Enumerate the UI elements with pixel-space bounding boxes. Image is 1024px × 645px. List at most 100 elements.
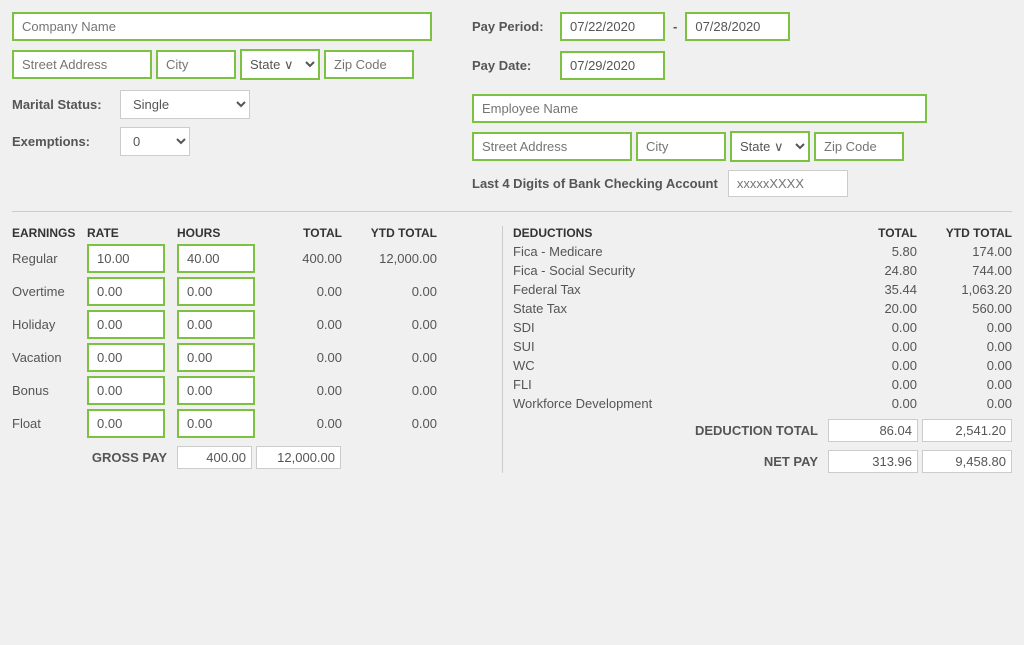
earnings-section: EARNINGS RATE HOURS TOTAL YTD TOTAL Regu…: [12, 226, 502, 473]
pay-date-label: Pay Date:: [472, 58, 552, 73]
earnings-total-header: TOTAL: [267, 226, 347, 240]
net-pay-label: NET PAY: [513, 454, 828, 469]
exemptions-select[interactable]: 0 1 2 3: [120, 127, 190, 156]
deduction-row-name: Workforce Development: [513, 396, 832, 411]
employee-address-row: State ∨: [472, 131, 1012, 162]
deduction-row-ytd: 0.00: [922, 339, 1012, 354]
earnings-hours-input[interactable]: [177, 277, 255, 306]
earnings-rate-input[interactable]: [87, 244, 165, 273]
deduction-row: State Tax 20.00 560.00: [513, 301, 1012, 316]
earnings-hours-input[interactable]: [177, 244, 255, 273]
pay-period-label: Pay Period:: [472, 19, 552, 34]
earnings-row-name: Regular: [12, 251, 87, 266]
gross-pay-label: GROSS PAY: [12, 450, 177, 465]
deductions-section: DEDUCTIONS TOTAL YTD TOTAL Fica - Medica…: [502, 226, 1012, 473]
bank-label: Last 4 Digits of Bank Checking Account: [472, 176, 718, 191]
deduction-row: Federal Tax 35.44 1,063.20: [513, 282, 1012, 297]
earnings-row-name: Overtime: [12, 284, 87, 299]
net-pay-total: 313.96: [828, 450, 918, 473]
bank-row: Last 4 Digits of Bank Checking Account: [472, 170, 1012, 197]
deduction-row-name: SUI: [513, 339, 832, 354]
earnings-row-name: Vacation: [12, 350, 87, 365]
deduction-row-total: 5.80: [832, 244, 922, 259]
earnings-ytd-header: YTD TOTAL: [347, 226, 437, 240]
bank-input[interactable]: [728, 170, 848, 197]
deduction-total-label: DEDUCTION TOTAL: [513, 423, 828, 438]
pay-period-dash: -: [673, 19, 677, 34]
earnings-row: Overtime 0.00 0.00: [12, 277, 482, 306]
employee-street-input[interactable]: [472, 132, 632, 161]
company-city-input[interactable]: [156, 50, 236, 79]
company-state-select[interactable]: State ∨: [240, 49, 320, 80]
gross-ytd: 12,000.00: [256, 446, 341, 469]
earnings-row: Float 0.00 0.00: [12, 409, 482, 438]
deduction-row-total: 0.00: [832, 339, 922, 354]
pay-period-to[interactable]: [685, 12, 790, 41]
earnings-rate-input[interactable]: [87, 376, 165, 405]
earnings-rate-input[interactable]: [87, 409, 165, 438]
deduction-row-total: 0.00: [832, 320, 922, 335]
earnings-hours-input[interactable]: [177, 376, 255, 405]
deductions-category-header: DEDUCTIONS: [513, 226, 832, 240]
deduction-row-ytd: 0.00: [922, 358, 1012, 373]
deduction-row-name: Fica - Medicare: [513, 244, 832, 259]
employee-zip-input[interactable]: [814, 132, 904, 161]
exemptions-row: Exemptions: 0 1 2 3: [12, 127, 452, 156]
marital-status-row: Marital Status: Single Married Head of H…: [12, 90, 452, 119]
deductions-ytd-header: YTD TOTAL: [922, 226, 1012, 240]
deduction-row-ytd: 0.00: [922, 320, 1012, 335]
earnings-hours-input[interactable]: [177, 409, 255, 438]
deduction-row: SDI 0.00 0.00: [513, 320, 1012, 335]
deduction-row: Fica - Medicare 5.80 174.00: [513, 244, 1012, 259]
deduction-row: SUI 0.00 0.00: [513, 339, 1012, 354]
deduction-row-total: 24.80: [832, 263, 922, 278]
deduction-row: WC 0.00 0.00: [513, 358, 1012, 373]
deduction-row-total: 0.00: [832, 377, 922, 392]
earnings-row: Holiday 0.00 0.00: [12, 310, 482, 339]
net-pay-row: NET PAY 313.96 9,458.80: [513, 450, 1012, 473]
deduction-row: Fica - Social Security 24.80 744.00: [513, 263, 1012, 278]
earnings-hours-input[interactable]: [177, 310, 255, 339]
pay-date-input[interactable]: [560, 51, 665, 80]
marital-status-select[interactable]: Single Married Head of Household: [120, 90, 250, 119]
employee-city-input[interactable]: [636, 132, 726, 161]
deduction-row-ytd: 174.00: [922, 244, 1012, 259]
deduction-row-name: State Tax: [513, 301, 832, 316]
exemptions-label: Exemptions:: [12, 134, 112, 149]
deduction-total-value: 86.04: [828, 419, 918, 442]
earnings-row: Vacation 0.00 0.00: [12, 343, 482, 372]
earnings-row: Bonus 0.00 0.00: [12, 376, 482, 405]
gross-pay-row: GROSS PAY 400.00 12,000.00: [12, 446, 482, 469]
deduction-row-total: 0.00: [832, 396, 922, 411]
company-zip-input[interactable]: [324, 50, 414, 79]
pay-period-from[interactable]: [560, 12, 665, 41]
earnings-row: Regular 400.00 12,000.00: [12, 244, 482, 273]
deduction-row-ytd: 560.00: [922, 301, 1012, 316]
deduction-row-ytd: 0.00: [922, 377, 1012, 392]
earnings-rate-input[interactable]: [87, 343, 165, 372]
deduction-ytd-value: 2,541.20: [922, 419, 1012, 442]
earnings-row-name: Holiday: [12, 317, 87, 332]
company-name-input[interactable]: [12, 12, 432, 41]
earnings-rate-header: RATE: [87, 226, 177, 240]
earnings-hours-input[interactable]: [177, 343, 255, 372]
pay-date-row: Pay Date:: [472, 51, 1012, 80]
deduction-row-ytd: 0.00: [922, 396, 1012, 411]
earnings-rate-input[interactable]: [87, 310, 165, 339]
earnings-row-name: Bonus: [12, 383, 87, 398]
marital-status-label: Marital Status:: [12, 97, 112, 112]
deduction-row: FLI 0.00 0.00: [513, 377, 1012, 392]
deduction-total-row: DEDUCTION TOTAL 86.04 2,541.20: [513, 419, 1012, 442]
earnings-row-name: Float: [12, 416, 87, 431]
company-address-row: State ∨: [12, 49, 452, 80]
deduction-row-name: Fica - Social Security: [513, 263, 832, 278]
employee-state-select[interactable]: State ∨: [730, 131, 810, 162]
earnings-rate-input[interactable]: [87, 277, 165, 306]
deduction-row-name: WC: [513, 358, 832, 373]
deduction-row-name: FLI: [513, 377, 832, 392]
earnings-hours-header: HOURS: [177, 226, 267, 240]
gross-total: 400.00: [177, 446, 252, 469]
deduction-row-total: 20.00: [832, 301, 922, 316]
employee-name-input[interactable]: [472, 94, 927, 123]
company-street-input[interactable]: [12, 50, 152, 79]
